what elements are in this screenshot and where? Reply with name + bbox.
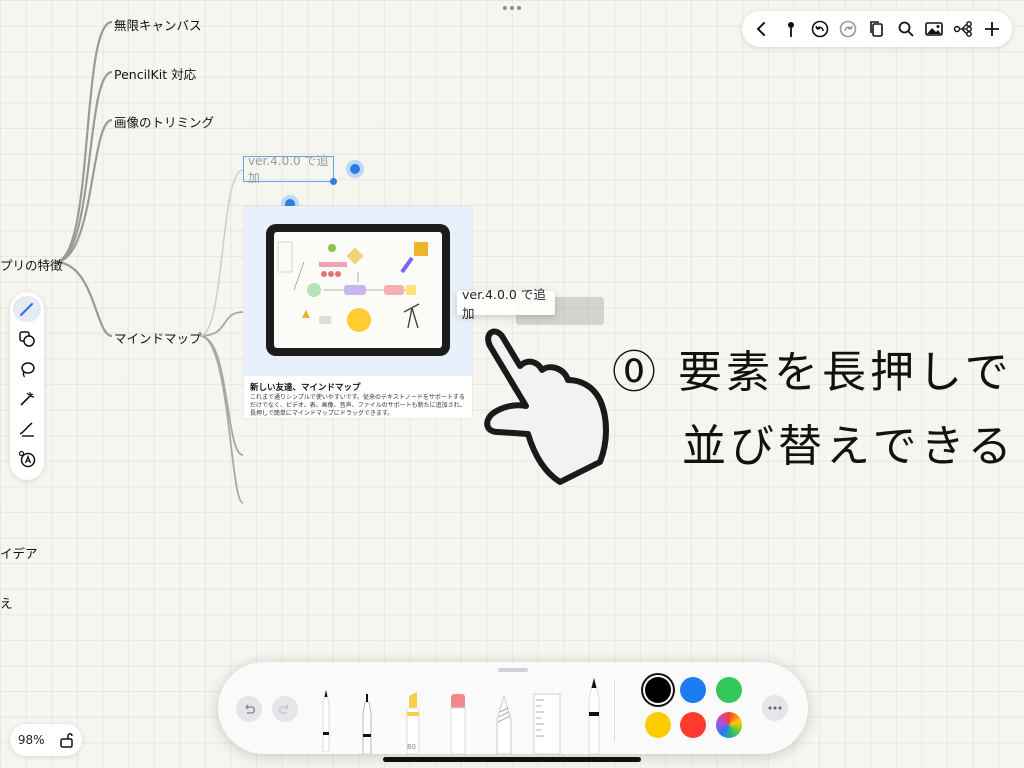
color-blue[interactable] (680, 677, 706, 703)
redo-icon[interactable] (835, 16, 861, 42)
unlock-icon[interactable] (60, 732, 74, 748)
image-icon[interactable] (921, 16, 947, 42)
multitasking-dots[interactable] (503, 4, 521, 12)
zoom-level[interactable]: 98% (18, 733, 45, 747)
color-yellow[interactable] (645, 712, 671, 738)
left-toolbar (10, 292, 44, 480)
lasso-icon[interactable] (13, 356, 41, 382)
tool-palette: 80 (218, 662, 808, 754)
mindmap-node-mindmap[interactable]: マインドマップ (114, 328, 202, 347)
card-image (244, 206, 472, 376)
copy-icon[interactable] (864, 16, 890, 42)
mindmap-image-card[interactable]: 新しい友達、マインドマップ これまで通りシンプルで使いやすいです。従来のテキスト… (244, 206, 472, 418)
mindmap-node-partial-e[interactable]: え (0, 593, 13, 612)
lasso-tool-icon[interactable] (494, 694, 514, 754)
color-black[interactable] (645, 677, 671, 703)
card-description: これまで通りシンプルで使いやすいです。従来のテキストノードをサポートするだけでな… (250, 394, 466, 417)
palette-more-icon[interactable] (762, 695, 788, 721)
add-sibling-button[interactable] (346, 160, 364, 178)
mindmap-icon[interactable] (950, 16, 976, 42)
undo-icon[interactable] (807, 16, 833, 42)
pencil-tool-icon[interactable] (584, 676, 604, 754)
zoom-control[interactable]: 98% (10, 724, 82, 756)
pen-tool-icon[interactable] (318, 688, 334, 752)
pin-icon[interactable] (778, 16, 804, 42)
shapes-icon[interactable] (13, 326, 41, 352)
home-indicator (383, 757, 641, 762)
search-icon[interactable] (893, 16, 919, 42)
card-title: 新しい友達、マインドマップ (250, 383, 361, 393)
mindmap-root-node[interactable]: プリの特徴 (0, 255, 63, 274)
eraser-icon[interactable] (13, 416, 41, 442)
color-green[interactable] (716, 677, 742, 703)
resize-handle[interactable] (330, 178, 337, 185)
hand-pointer-icon (484, 328, 609, 485)
palette-redo-icon[interactable] (272, 696, 298, 722)
palette-grip[interactable] (498, 668, 528, 672)
color-picker-icon[interactable] (716, 712, 742, 738)
tablet-illustration (266, 224, 450, 356)
dragged-node[interactable]: ver.4.0.0 で追加 (457, 287, 555, 321)
pen-icon[interactable] (13, 296, 41, 322)
monoline-tool-icon[interactable] (356, 692, 378, 754)
mindmap-node-image-trimming[interactable]: 画像のトリミング (114, 112, 214, 131)
annotation-line-2: 並び替えできる (682, 421, 1016, 472)
marker-size-label: 80 (407, 743, 416, 751)
mindmap-node-partial-idea[interactable]: イデア (0, 543, 38, 562)
palette-divider (614, 680, 615, 742)
laser-icon[interactable] (13, 386, 41, 412)
mindmap-node-pencilkit[interactable]: PencilKit 対応 (114, 64, 196, 83)
add-icon[interactable] (979, 16, 1005, 42)
ruler-tool-icon[interactable] (532, 692, 562, 754)
mindmap-node-infinite-canvas[interactable]: 無限キャンバス (114, 15, 202, 34)
palette-undo-icon[interactable] (236, 696, 262, 722)
annotation-line-1: ⓪ 要素を長押しで (612, 347, 1013, 398)
back-icon[interactable] (749, 16, 775, 42)
selected-node[interactable]: ver.4.0.0 で追加 (243, 154, 334, 185)
color-red[interactable] (680, 712, 706, 738)
top-toolbar (742, 11, 1012, 47)
eraser-tool-icon[interactable] (448, 692, 468, 754)
text-recognition-icon[interactable] (13, 446, 41, 472)
